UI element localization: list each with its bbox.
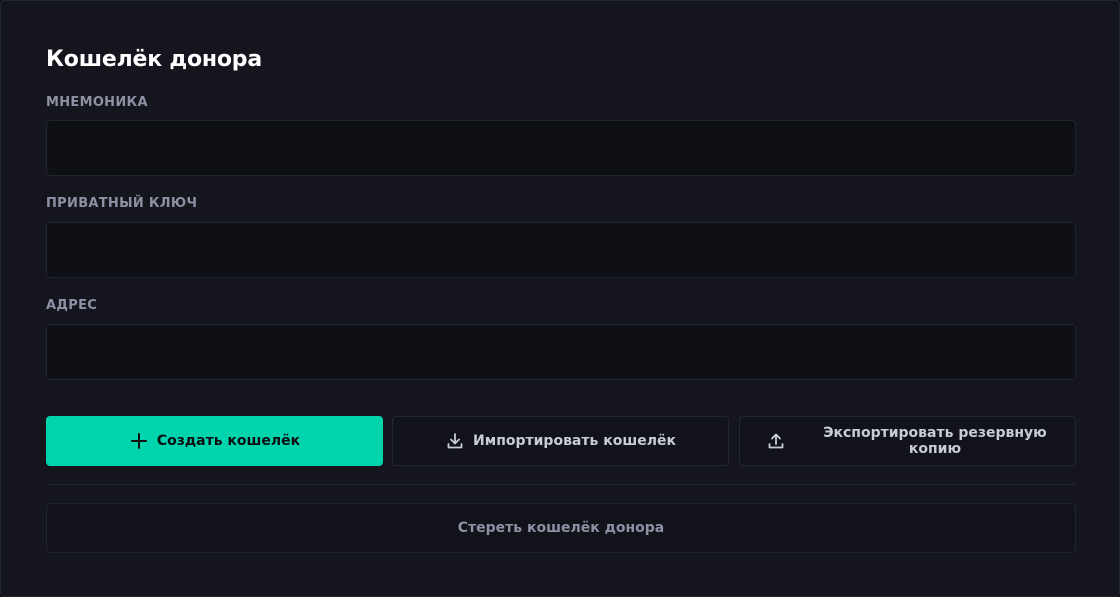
import-wallet-button[interactable]: Импортировать кошелёк <box>392 416 729 466</box>
upload-icon <box>766 431 786 451</box>
private-key-input[interactable] <box>46 222 1076 278</box>
erase-wallet-label: Стереть кошелёк донора <box>457 520 665 536</box>
address-label: АДРЕС <box>46 298 98 313</box>
import-wallet-label: Импортировать кошелёк <box>473 433 676 449</box>
private-key-label: ПРИВАТНЫЙ КЛЮЧ <box>46 196 198 211</box>
erase-wallet-button[interactable]: Стереть кошелёк донора <box>46 503 1076 553</box>
divider <box>46 484 1076 485</box>
create-wallet-button[interactable]: Создать кошелёк <box>46 416 383 466</box>
mnemonic-input[interactable] <box>46 120 1076 176</box>
address-input[interactable] <box>46 324 1076 380</box>
create-wallet-label: Создать кошелёк <box>156 433 301 449</box>
plus-icon <box>129 431 149 451</box>
donor-wallet-panel: Кошелёк донора МНЕМОНИКА ПРИВАТНЫЙ КЛЮЧ … <box>0 0 1120 597</box>
export-backup-label: Экспортировать резервную копию <box>823 425 1047 457</box>
panel-title: Кошелёк донора <box>46 47 262 72</box>
download-icon <box>445 431 465 451</box>
export-backup-button[interactable]: Экспортировать резервную копию <box>739 416 1076 466</box>
mnemonic-label: МНЕМОНИКА <box>46 95 148 110</box>
